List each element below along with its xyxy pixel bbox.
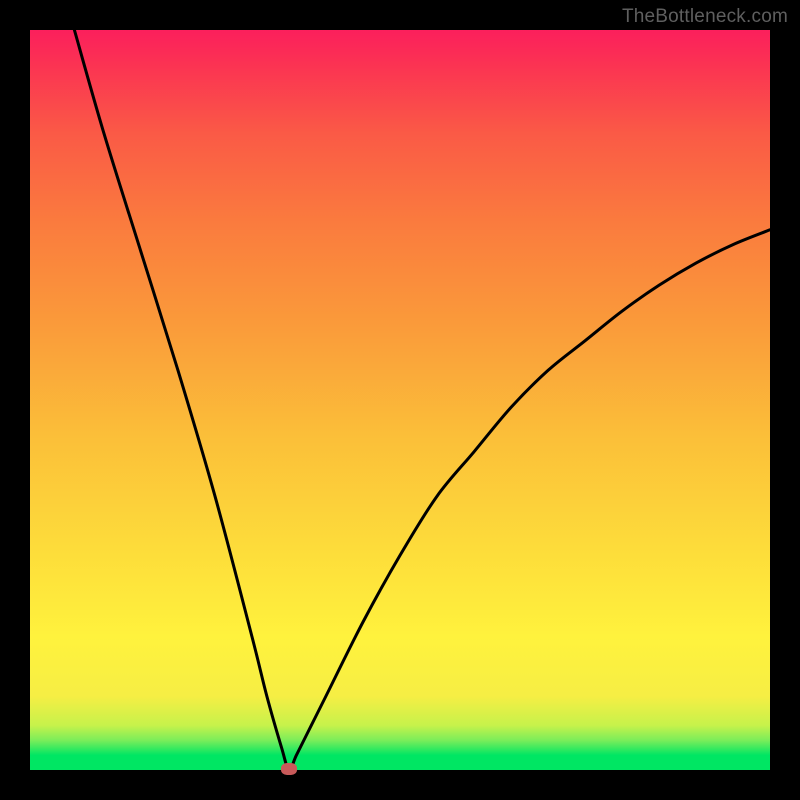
bottleneck-curve	[74, 30, 770, 770]
optimal-marker	[281, 763, 297, 775]
chart-frame: TheBottleneck.com	[0, 0, 800, 800]
plot-area	[30, 30, 770, 770]
curve-svg	[30, 30, 770, 770]
attribution-text: TheBottleneck.com	[622, 6, 788, 28]
